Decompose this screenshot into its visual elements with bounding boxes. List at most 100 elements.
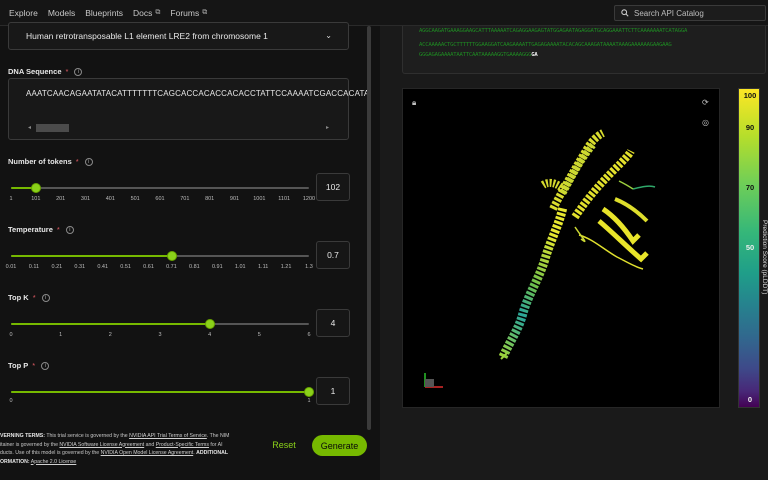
slider-tick-label: 201 bbox=[56, 196, 66, 202]
info-icon: i bbox=[74, 67, 83, 76]
temperature-value-input[interactable]: 0.7 bbox=[316, 241, 350, 269]
topp-value-input[interactable]: 1 bbox=[316, 377, 350, 405]
software-license-link[interactable]: NVIDIA Software License Agreement bbox=[59, 442, 144, 448]
slider-tick-label: 0.01 bbox=[5, 264, 17, 270]
topk-ticks: 0 1 2 3 4 5 6 bbox=[9, 332, 311, 342]
example-select[interactable]: Human retrotransposable L1 element LRE2 … bbox=[8, 22, 349, 50]
trial-terms-link[interactable]: NVIDIA API Trial Terms of Service bbox=[129, 433, 207, 439]
chevron-down-icon: ⌄ bbox=[325, 31, 332, 40]
nav-docs[interactable]: Docs ⧉ bbox=[133, 8, 160, 18]
colorbar-title: Prediction Score (pLDDT) bbox=[761, 220, 768, 295]
slider-tick-label: 0.61 bbox=[143, 264, 154, 270]
colorbar-tick: 100 bbox=[743, 91, 757, 100]
slider-tick-label: 0.11 bbox=[28, 264, 40, 270]
governing-terms: VERNING TERMS: This trial service is gov… bbox=[0, 433, 230, 465]
slider-tick-label: 0.71 bbox=[166, 264, 177, 270]
slider-tick-label: 1200 bbox=[302, 196, 316, 202]
search-input[interactable]: Search API Catalog bbox=[614, 5, 766, 21]
slider-tick-label: 1001 bbox=[253, 196, 266, 202]
external-link-icon: ⧉ bbox=[155, 8, 161, 16]
topk-slider[interactable] bbox=[11, 319, 309, 329]
nav-blueprints[interactable]: Blueprints bbox=[85, 8, 123, 18]
product-terms-link[interactable]: Product-Specific Terms bbox=[156, 442, 209, 448]
slider-tick-label: 1.3 bbox=[305, 264, 313, 270]
info-icon: i bbox=[41, 361, 50, 370]
nav-explore[interactable]: Explore bbox=[9, 8, 38, 18]
reset-button[interactable]: Reset bbox=[264, 434, 304, 456]
slider-tick-label: 0.91 bbox=[211, 264, 223, 270]
slider-tick-label: 1 bbox=[59, 332, 63, 338]
slider-handle[interactable] bbox=[304, 387, 314, 397]
slider-tick-label: 0.21 bbox=[51, 264, 63, 270]
scroll-left-icon[interactable]: ◂ bbox=[28, 124, 31, 131]
search-icon bbox=[621, 9, 629, 17]
slider-tick-label: 901 bbox=[229, 196, 240, 202]
slider-tick-label: 101 bbox=[31, 196, 41, 202]
slider-tick-label: 1.21 bbox=[280, 264, 292, 270]
slider-tick-label: 2 bbox=[108, 332, 112, 338]
info-icon: i bbox=[41, 293, 50, 302]
tokens-slider[interactable] bbox=[11, 183, 309, 193]
sequence-line: AGGCAAGATGAAAGGAAGCATTTAAAAATCAGAGGAAGAG… bbox=[419, 28, 688, 34]
temperature-label: Temperature * i bbox=[8, 225, 74, 234]
nav-forums[interactable]: Forums ⧉ bbox=[170, 8, 207, 18]
info-icon: i bbox=[84, 157, 93, 166]
generated-sequence-box: AGGCAAGATGAAAGGAAGCATTTAAAAATCAGAGGAAGAG… bbox=[402, 26, 766, 74]
slider-tick-label: 601 bbox=[155, 196, 165, 202]
slider-tick-label: 0.31 bbox=[74, 264, 86, 270]
slider-handle[interactable] bbox=[31, 183, 42, 193]
slider-tick-label: 1 bbox=[307, 398, 311, 404]
slider-tick-label: 0.41 bbox=[97, 264, 109, 270]
slider-handle[interactable] bbox=[204, 319, 215, 329]
tokens-label: Number of tokens * i bbox=[8, 157, 93, 166]
scroll-right-icon[interactable]: ▸ bbox=[326, 124, 329, 131]
temperature-ticks: 0.01 0.11 0.21 0.31 0.41 0.51 0.61 0.71 0.81 0.91… bbox=[6, 264, 313, 274]
colorbar-tick: 70 bbox=[745, 183, 755, 192]
temperature-slider[interactable] bbox=[11, 251, 309, 261]
slider-tick-label: 1.01 bbox=[234, 264, 246, 270]
slider-tick-label: 3 bbox=[158, 332, 162, 338]
slider-tick-label: 801 bbox=[205, 196, 215, 202]
sequence-line: ACCAAAAACTGCTTTTTTGGAAGGATCAAGAAAATTGAGA… bbox=[419, 42, 672, 48]
open-model-license-link[interactable]: NVIDIA Open Model License Agreement bbox=[101, 450, 194, 456]
required-marker: * bbox=[65, 67, 69, 76]
plddt-colorbar: 100 90 70 50 0 bbox=[738, 88, 760, 408]
slider-tick-label: 701 bbox=[180, 196, 190, 202]
slider-tick-label: 4 bbox=[208, 332, 212, 338]
topk-value-input[interactable]: 4 bbox=[316, 309, 350, 337]
info-icon: i bbox=[65, 225, 74, 234]
slider-tick-label: 401 bbox=[105, 196, 115, 202]
nav-models[interactable]: Models bbox=[48, 8, 75, 18]
slider-tick-label: 5 bbox=[257, 332, 261, 338]
generate-button[interactable]: Generate bbox=[312, 435, 367, 456]
slider-tick-label: 1 bbox=[9, 196, 13, 202]
topp-slider[interactable] bbox=[11, 387, 314, 397]
input-panel: Human retrotransposable L1 element LRE2 … bbox=[0, 22, 369, 480]
slider-tick-label: 0 bbox=[9, 398, 13, 404]
slider-tick-label: 0.51 bbox=[120, 264, 131, 270]
dna-sequence-label: DNA Sequence * i bbox=[8, 67, 83, 76]
tokens-value-input[interactable]: 102 bbox=[316, 173, 350, 201]
slider-tick-label: 501 bbox=[130, 196, 140, 202]
colorbar-tick: 90 bbox=[745, 123, 755, 132]
horizontal-scrollbar-thumb[interactable] bbox=[36, 124, 69, 132]
colorbar-tick: 0 bbox=[747, 395, 753, 404]
tokens-ticks: 1 101 201 301 401 501 601 701 801 901 1001 1101 1200 bbox=[9, 196, 315, 206]
topp-label: Top P * i bbox=[8, 361, 50, 370]
external-link-icon: ⧉ bbox=[202, 8, 208, 16]
structure-viewer[interactable]: 🔒︎ ⟳ ◎ bbox=[402, 88, 720, 408]
slider-tick-label: 0 bbox=[9, 332, 13, 338]
topp-ticks: 01 bbox=[9, 398, 311, 408]
slider-handle[interactable] bbox=[166, 251, 177, 261]
dna-sequence-input[interactable]: AAATCAACAGAATATACATTTTTTTCAGCACCACACCACA… bbox=[8, 78, 369, 140]
apache-license-link[interactable]: Apache 2.0 License bbox=[31, 459, 77, 465]
sequence-line: GGGAGAGAAAATAATTCAATAAAAAGGTGAAAAGGGGA bbox=[419, 52, 538, 58]
slider-tick-label: 0.81 bbox=[189, 264, 200, 270]
colorbar-tick: 50 bbox=[745, 243, 755, 252]
panel-scrollbar[interactable] bbox=[367, 26, 371, 430]
slider-tick-label: 6 bbox=[307, 332, 311, 338]
slider-tick-label: 1101 bbox=[278, 196, 291, 202]
topk-label: Top K * i bbox=[8, 293, 50, 302]
slider-tick-label: 301 bbox=[80, 196, 91, 202]
protein-structure bbox=[424, 129, 656, 388]
